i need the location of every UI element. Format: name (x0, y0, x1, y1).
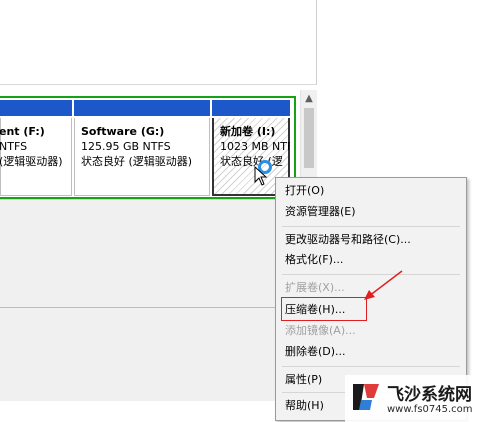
volume-list-pane (0, 0, 317, 85)
partition-body: ent (F:) NTFS (逻辑驱动器) (0, 118, 72, 196)
menu-item-help[interactable]: 帮助(H) (285, 396, 324, 416)
partition-g[interactable]: Software (G:) 125.95 GB NTFS 状态良好 (逻辑驱动器… (74, 100, 210, 196)
status-area (0, 307, 300, 401)
partition-bar (74, 100, 210, 116)
shrink-highlight-box (281, 297, 367, 321)
partition-size: 1023 MB NTFS (220, 140, 290, 153)
graphical-view-pane (0, 199, 300, 308)
annotation-arrow-icon (364, 270, 403, 300)
partition-size: NTFS (0, 140, 28, 153)
menu-item-open[interactable]: 打开(O) (285, 181, 324, 201)
scroll-up-icon[interactable]: ▲ (301, 92, 317, 106)
menu-item-delete-volume[interactable]: 删除卷(D)... (285, 342, 346, 362)
watermark-title: 飞沙系统网 (387, 385, 472, 405)
menu-item-explorer[interactable]: 资源管理器(E) (285, 202, 356, 222)
scroll-thumb[interactable] (304, 108, 314, 168)
partition-size: 125.95 GB NTFS (81, 140, 171, 153)
menu-item-extend-volume: 扩展卷(X)... (285, 281, 345, 294)
partition-bar (212, 100, 290, 116)
menu-separator (282, 366, 460, 367)
partition-name: 新加卷 (I:) (220, 125, 276, 138)
partition-name: ent (F:) (0, 125, 45, 138)
site-watermark: 飞沙系统网 www.fs0745.com (345, 375, 500, 422)
partition-status: 状态良好 (逻辑驱动器) (81, 155, 193, 168)
partition-name: Software (G:) (81, 125, 165, 138)
partition-body: Software (G:) 125.95 GB NTFS 状态良好 (逻辑驱动器… (74, 118, 210, 196)
partition-bar (0, 100, 72, 116)
menu-item-change-drive-letter[interactable]: 更改驱动器号和路径(C)... (285, 230, 411, 250)
menu-item-add-mirror: 添加镜像(A)... (285, 324, 356, 337)
mouse-pointer-icon (254, 166, 268, 186)
menu-item-format[interactable]: 格式化(F)... (285, 250, 343, 270)
site-logo-icon (353, 384, 379, 410)
partition-f[interactable]: ent (F:) NTFS (逻辑驱动器) (0, 100, 72, 196)
partition-status: (逻辑驱动器) (0, 155, 63, 168)
menu-item-properties[interactable]: 属性(P) (285, 370, 322, 390)
menu-separator (282, 226, 460, 227)
disk-partitions-row: ent (F:) NTFS (逻辑驱动器) Software (G:) 125.… (0, 96, 296, 199)
watermark-url: www.fs0745.com (387, 404, 473, 415)
